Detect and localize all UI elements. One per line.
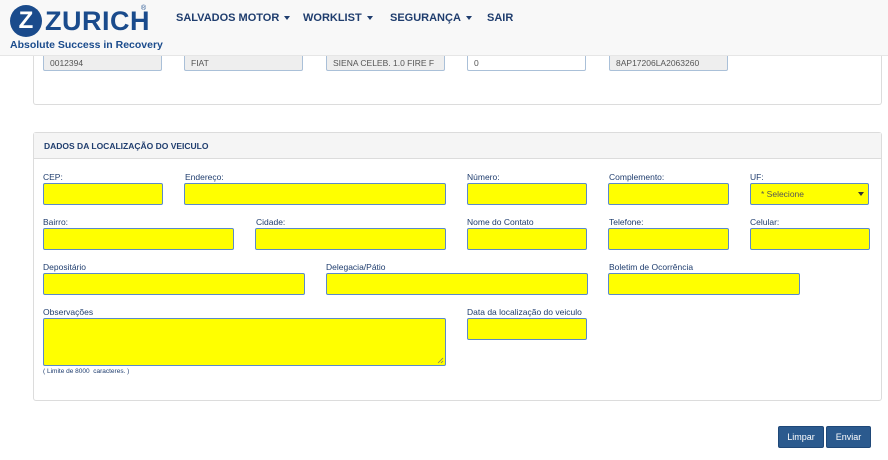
uf-select[interactable]: * Selecione [750,183,869,205]
chevron-down-icon [366,16,373,21]
endereco-input[interactable] [184,183,446,205]
dropdown-arrow-icon [858,192,864,196]
brand-name: ZURICH [45,6,150,36]
nav-label: WORKLIST [303,12,362,24]
uf-selected-value: * Selecione [761,189,805,199]
delegacia-input[interactable] [326,273,588,295]
data-localizacao-label: Data da localização do veiculo [467,307,582,317]
nav-label: SEGURANÇA [390,12,461,24]
cidade-label: Cidade: [256,217,286,227]
zurich-logo[interactable]: Z ZURICH ® Absolute Success in Recovery [10,5,170,53]
endereco-label: Endereço: [185,172,224,182]
vehicle-code-field[interactable]: 0012394 [43,54,162,71]
cep-input[interactable] [43,183,163,205]
chevron-down-icon [465,16,472,21]
contato-input[interactable] [467,228,587,250]
vehicle-brand-field[interactable]: FIAT [184,54,303,71]
data-localizacao-input[interactable] [467,318,587,340]
resize-handle-icon[interactable] [437,357,444,364]
boletim-input[interactable] [608,273,800,295]
vehicle-number-field[interactable]: 0 [467,54,586,71]
top-navbar: Z ZURICH ® Absolute Success in Recovery … [0,0,888,56]
panel-header: DADOS DA LOCALIZAÇÃO DO VEICULO [34,133,881,159]
registered-mark: ® [141,5,147,12]
celular-label: Celular: [750,217,780,227]
contato-label: Nome do Contato [467,217,534,227]
telefone-label: Telefone: [609,217,644,227]
bairro-input[interactable] [43,228,234,250]
limit-note: ( Limite de 8000 caracteres. ) [43,368,130,375]
numero-label: Número: [467,172,500,182]
numero-input[interactable] [467,183,587,205]
nav-salvados-motor[interactable]: SALVADOS MOTOR [176,12,291,24]
observacoes-label: Observações [43,307,94,317]
nav-sair[interactable]: SAIR [487,12,513,24]
delegacia-label: Delegacia/Pátio [326,262,386,272]
enviar-button[interactable]: Enviar [826,426,871,448]
complemento-label: Complemento: [609,172,665,182]
nav-label: SAIR [487,12,514,24]
complemento-input[interactable] [608,183,729,205]
nav-worklist[interactable]: WORKLIST [303,12,373,24]
limpar-button[interactable]: Limpar [778,426,824,448]
zurich-z-icon: Z [10,5,42,37]
cep-label: CEP: [43,172,63,182]
cidade-input[interactable] [255,228,446,250]
telefone-input[interactable] [608,228,729,250]
observacoes-textarea[interactable] [43,318,446,366]
vehicle-model-field[interactable]: SIENA CELEB. 1.0 FIRE F [326,54,445,71]
vehicle-chassis-field[interactable]: 8AP17206LA2063260 [609,54,728,71]
celular-input[interactable] [750,228,870,250]
depositario-label: Depositário [43,262,86,272]
nav-seguranca[interactable]: SEGURANÇA [390,12,472,24]
uf-label: UF: [750,172,764,182]
brand-tagline: Absolute Success in Recovery [10,39,163,51]
bairro-label: Bairro: [43,217,69,227]
chevron-down-icon [284,16,291,21]
panel-title: DADOS DA LOCALIZAÇÃO DO VEICULO [44,141,209,151]
nav-label: SALVADOS MOTOR [176,12,280,24]
boletim-label: Boletim de Ocorrência [609,262,694,272]
depositario-input[interactable] [43,273,305,295]
